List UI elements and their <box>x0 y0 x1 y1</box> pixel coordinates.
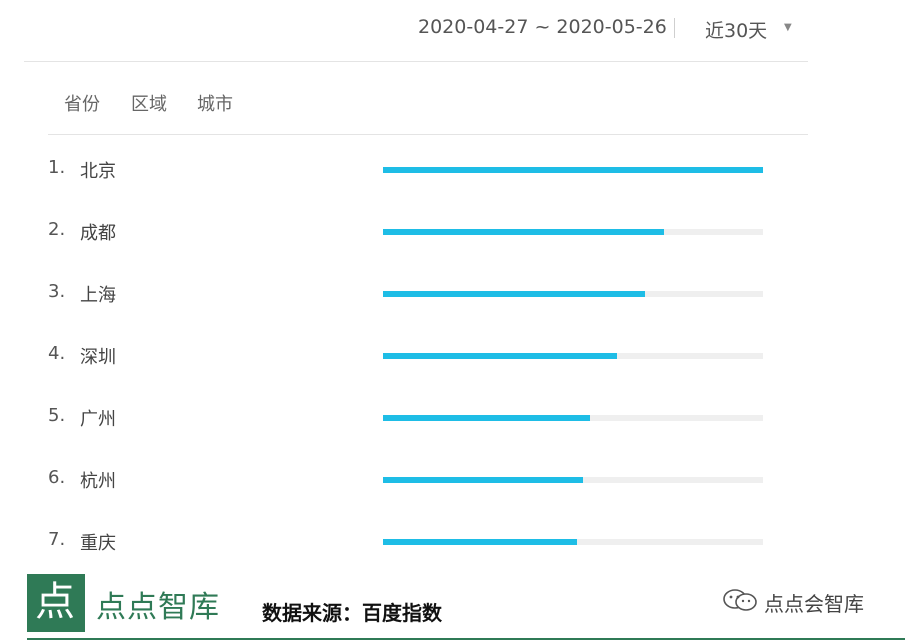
rank-number: 3. <box>48 281 66 302</box>
city-name: 杭州 <box>80 471 116 492</box>
ranking-row: 2. 成都 <box>48 219 768 249</box>
city-name: 上海 <box>80 285 116 306</box>
tab-city[interactable]: 城市 <box>197 90 233 116</box>
ranking-row: 4. 深圳 <box>48 343 768 373</box>
city-name: 深圳 <box>80 347 116 368</box>
rank-number: 6. <box>48 467 66 488</box>
brand-logo: 点 <box>27 574 85 632</box>
rank-number: 5. <box>48 405 66 426</box>
bar-track <box>383 353 763 359</box>
city-name: 北京 <box>80 161 116 182</box>
bar-fill <box>383 539 577 545</box>
bar-track <box>383 229 763 235</box>
data-source-note: 数据来源：百度指数 <box>262 601 442 625</box>
bar-track <box>383 539 763 545</box>
ranking-row: 5. 广州 <box>48 405 768 435</box>
bar-fill <box>383 477 583 483</box>
tab-region[interactable]: 区域 <box>131 90 167 116</box>
brand-name: 点点智库 <box>96 590 220 625</box>
tab-province[interactable]: 省份 <box>64 90 100 116</box>
period-dropdown[interactable]: 近30天 <box>705 16 767 43</box>
city-name: 重庆 <box>80 533 116 554</box>
caret-down-icon[interactable]: ▼ <box>784 22 792 33</box>
wechat-icon <box>723 589 757 611</box>
bar-fill <box>383 167 763 173</box>
rank-number: 1. <box>48 157 66 178</box>
rank-number: 7. <box>48 529 66 550</box>
wechat-account-name: 点点会智库 <box>764 592 864 616</box>
bar-track <box>383 415 763 421</box>
date-filter-bar: 2020-04-27 ~ 2020-05-26 近30天 ▼ <box>24 0 808 62</box>
city-name: 广州 <box>80 409 116 430</box>
city-name: 成都 <box>80 223 116 244</box>
footer: 点 点点智库 数据来源：百度指数 点点会智库 <box>0 566 905 640</box>
logo-glyph: 点 <box>35 579 75 625</box>
bar-fill <box>383 291 645 297</box>
ranking-row: 3. 上海 <box>48 281 768 311</box>
divider <box>674 18 675 38</box>
bar-fill <box>383 229 664 235</box>
rank-number: 4. <box>48 343 66 364</box>
rank-number: 2. <box>48 219 66 240</box>
bar-track <box>383 167 763 173</box>
ranking-row: 7. 重庆 <box>48 529 768 559</box>
bar-fill <box>383 415 590 421</box>
bar-fill <box>383 353 617 359</box>
ranking-row: 1. 北京 <box>48 157 768 187</box>
region-tabs: 省份 区域 城市 <box>48 62 808 135</box>
bar-track <box>383 477 763 483</box>
bar-track <box>383 291 763 297</box>
date-range-picker[interactable]: 2020-04-27 ~ 2020-05-26 <box>418 16 667 38</box>
ranking-row: 6. 杭州 <box>48 467 768 497</box>
